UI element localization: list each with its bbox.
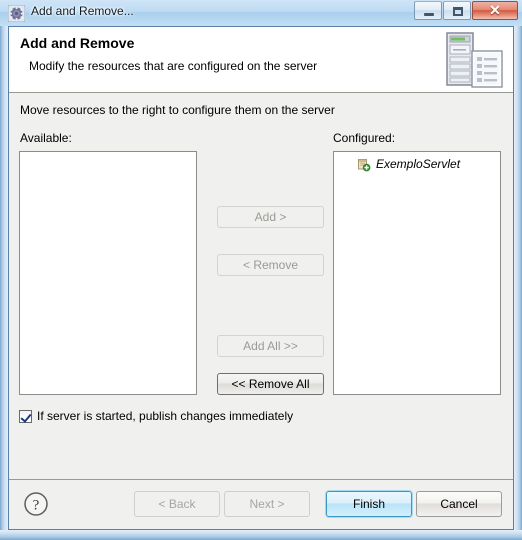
list-item-label: ExemploServlet: [376, 157, 461, 171]
close-icon: ✕: [489, 2, 501, 18]
window-title: Add and Remove...: [31, 4, 134, 18]
configured-list[interactable]: ExemploServlet: [333, 151, 501, 395]
svg-text:?: ?: [33, 498, 40, 514]
servlet-module-icon: [356, 157, 371, 172]
gear-icon: [7, 4, 26, 23]
remove-all-button[interactable]: << Remove All: [217, 373, 324, 395]
window-border-right: [514, 26, 522, 540]
dialog-footer: ? < Back Next > Finish Cancel: [9, 479, 513, 529]
window-border-left: [0, 26, 8, 540]
publish-immediately-row[interactable]: If server is started, publish changes im…: [19, 407, 293, 425]
publish-immediately-checkbox[interactable]: [19, 409, 32, 423]
available-label: Available:: [20, 131, 72, 145]
remove-button[interactable]: < Remove: [217, 254, 324, 276]
page-description: Modify the resources that are configured…: [29, 59, 318, 73]
title-bar[interactable]: Add and Remove... ✕: [0, 0, 522, 26]
instruction-text: Move resources to the right to configure…: [20, 103, 335, 117]
server-and-document-icon: [439, 29, 507, 91]
wizard-banner: Add and Remove Modify the resources that…: [9, 27, 513, 93]
minimize-icon: [424, 13, 434, 16]
cancel-button[interactable]: Cancel: [416, 491, 502, 517]
add-all-button[interactable]: Add All >>: [217, 335, 324, 357]
dialog-content: Add and Remove Modify the resources that…: [8, 26, 514, 530]
help-question-icon[interactable]: ?: [23, 491, 49, 517]
minimize-button[interactable]: [414, 1, 442, 20]
dialog-window: Add and Remove... ✕ Add and Remove Modif…: [0, 0, 522, 540]
maximize-button[interactable]: [443, 1, 471, 20]
window-controls: ✕: [414, 1, 518, 20]
window-border-bottom: [0, 530, 522, 540]
back-button[interactable]: < Back: [134, 491, 220, 517]
available-list[interactable]: [19, 151, 197, 395]
maximize-icon: [453, 7, 463, 16]
list-item[interactable]: ExemploServlet: [334, 155, 500, 173]
configured-label: Configured:: [333, 131, 396, 145]
content-area: Move resources to the right to configure…: [9, 94, 513, 479]
finish-button[interactable]: Finish: [325, 490, 413, 518]
add-button[interactable]: Add >: [217, 206, 324, 228]
publish-immediately-label: If server is started, publish changes im…: [37, 409, 294, 423]
next-button[interactable]: Next >: [224, 491, 310, 517]
close-button[interactable]: ✕: [472, 1, 518, 20]
page-title: Add and Remove: [20, 35, 135, 51]
